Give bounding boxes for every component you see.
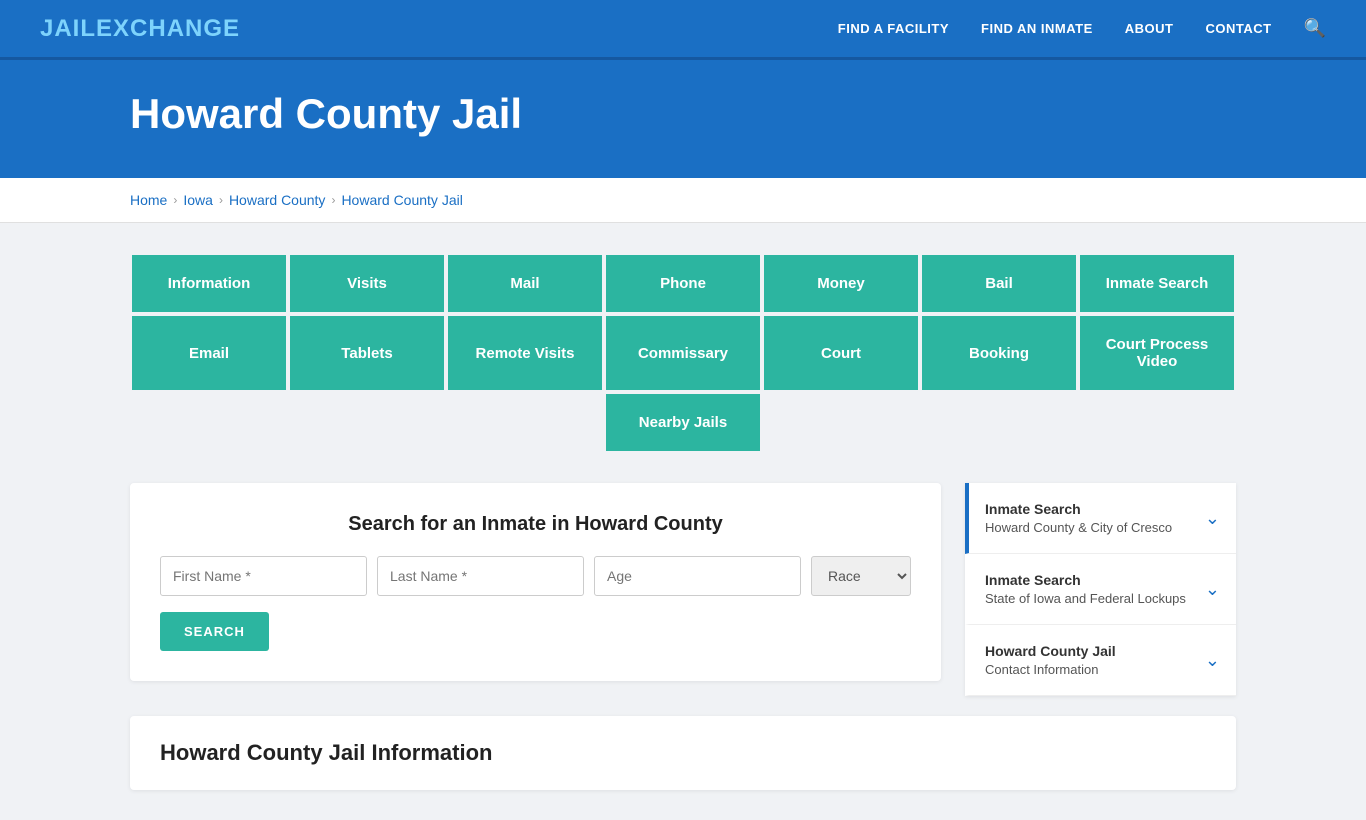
header: JAILEXCHANGE FIND A FACILITY FIND AN INM…	[0, 0, 1366, 60]
age-field[interactable]	[594, 556, 801, 596]
btn-court-process-video[interactable]: Court Process Video	[1078, 314, 1236, 392]
sidebar-title-0: Inmate Search	[985, 501, 1172, 517]
search-title: Search for an Inmate in Howard County	[160, 513, 911, 536]
sidebar-subtitle-0: Howard County & City of Cresco	[985, 520, 1172, 535]
chevron-down-icon-1: ⌄	[1205, 579, 1220, 600]
sidebar-title-1: Inmate Search	[985, 572, 1186, 588]
lower-section: Search for an Inmate in Howard County Ra…	[130, 483, 1236, 696]
sidebar-title-2: Howard County Jail	[985, 643, 1116, 659]
chevron-down-icon-2: ⌄	[1205, 650, 1220, 671]
logo-jail: JAIL	[40, 15, 96, 42]
btn-court[interactable]: Court	[762, 314, 920, 392]
chevron-icon-3: ›	[331, 193, 335, 207]
breadcrumb-iowa[interactable]: Iowa	[183, 192, 213, 208]
page-title: Howard County Jail	[130, 90, 1326, 138]
main-content: Information Visits Mail Phone Money Bail…	[0, 223, 1366, 820]
logo[interactable]: JAILEXCHANGE	[40, 15, 240, 43]
sidebar-item-2[interactable]: Howard County Jail Contact Information ⌄	[965, 625, 1236, 696]
nav-about[interactable]: ABOUT	[1125, 21, 1174, 36]
chevron-down-icon-0: ⌄	[1205, 508, 1220, 529]
breadcrumb: Home › Iowa › Howard County › Howard Cou…	[130, 192, 1236, 208]
sidebar-panel: Inmate Search Howard County & City of Cr…	[965, 483, 1236, 696]
search-icon[interactable]: 🔍	[1304, 18, 1326, 39]
breadcrumb-howard-county[interactable]: Howard County	[229, 192, 326, 208]
nav-find-facility[interactable]: FIND A FACILITY	[838, 21, 949, 36]
jail-info-title: Howard County Jail Information	[160, 740, 1206, 766]
btn-phone[interactable]: Phone	[604, 253, 762, 314]
last-name-field[interactable]	[377, 556, 584, 596]
nav-find-inmate[interactable]: FIND AN INMATE	[981, 21, 1093, 36]
sidebar-subtitle-2: Contact Information	[985, 662, 1116, 677]
btn-remote-visits[interactable]: Remote Visits	[446, 314, 604, 392]
btn-visits[interactable]: Visits	[288, 253, 446, 314]
hero-section: Howard County Jail	[0, 60, 1366, 178]
main-nav: FIND A FACILITY FIND AN INMATE ABOUT CON…	[838, 18, 1326, 39]
search-panel: Search for an Inmate in Howard County Ra…	[130, 483, 941, 681]
page-bottom: Howard County Jail Information	[130, 716, 1236, 790]
button-row-2: Email Tablets Remote Visits Commissary C…	[130, 314, 1236, 392]
btn-email[interactable]: Email	[130, 314, 288, 392]
btn-bail[interactable]: Bail	[920, 253, 1078, 314]
button-row-1: Information Visits Mail Phone Money Bail…	[130, 253, 1236, 314]
first-name-field[interactable]	[160, 556, 367, 596]
btn-mail[interactable]: Mail	[446, 253, 604, 314]
sidebar-subtitle-1: State of Iowa and Federal Lockups	[985, 591, 1186, 606]
search-button[interactable]: SEARCH	[160, 612, 269, 651]
sidebar-item-0[interactable]: Inmate Search Howard County & City of Cr…	[965, 483, 1236, 554]
breadcrumb-bar: Home › Iowa › Howard County › Howard Cou…	[0, 178, 1366, 223]
button-row-3: Nearby Jails	[130, 392, 1236, 453]
button-grid: Information Visits Mail Phone Money Bail…	[130, 253, 1236, 453]
chevron-icon-1: ›	[173, 193, 177, 207]
nav-contact[interactable]: CONTACT	[1205, 21, 1271, 36]
btn-information[interactable]: Information	[130, 253, 288, 314]
btn-tablets[interactable]: Tablets	[288, 314, 446, 392]
btn-nearby-jails[interactable]: Nearby Jails	[604, 392, 762, 453]
btn-booking[interactable]: Booking	[920, 314, 1078, 392]
breadcrumb-current[interactable]: Howard County Jail	[341, 192, 462, 208]
sidebar-item-text-2: Howard County Jail Contact Information	[985, 643, 1116, 677]
btn-money[interactable]: Money	[762, 253, 920, 314]
sidebar-item-1[interactable]: Inmate Search State of Iowa and Federal …	[965, 554, 1236, 625]
sidebar-item-text-1: Inmate Search State of Iowa and Federal …	[985, 572, 1186, 606]
sidebar-item-text-0: Inmate Search Howard County & City of Cr…	[985, 501, 1172, 535]
chevron-icon-2: ›	[219, 193, 223, 207]
logo-exchange: EXCHANGE	[96, 15, 240, 42]
race-select[interactable]: Race White Black Hispanic Asian Other	[811, 556, 911, 596]
btn-inmate-search[interactable]: Inmate Search	[1078, 253, 1236, 314]
breadcrumb-home[interactable]: Home	[130, 192, 167, 208]
search-inputs: Race White Black Hispanic Asian Other	[160, 556, 911, 596]
btn-commissary[interactable]: Commissary	[604, 314, 762, 392]
